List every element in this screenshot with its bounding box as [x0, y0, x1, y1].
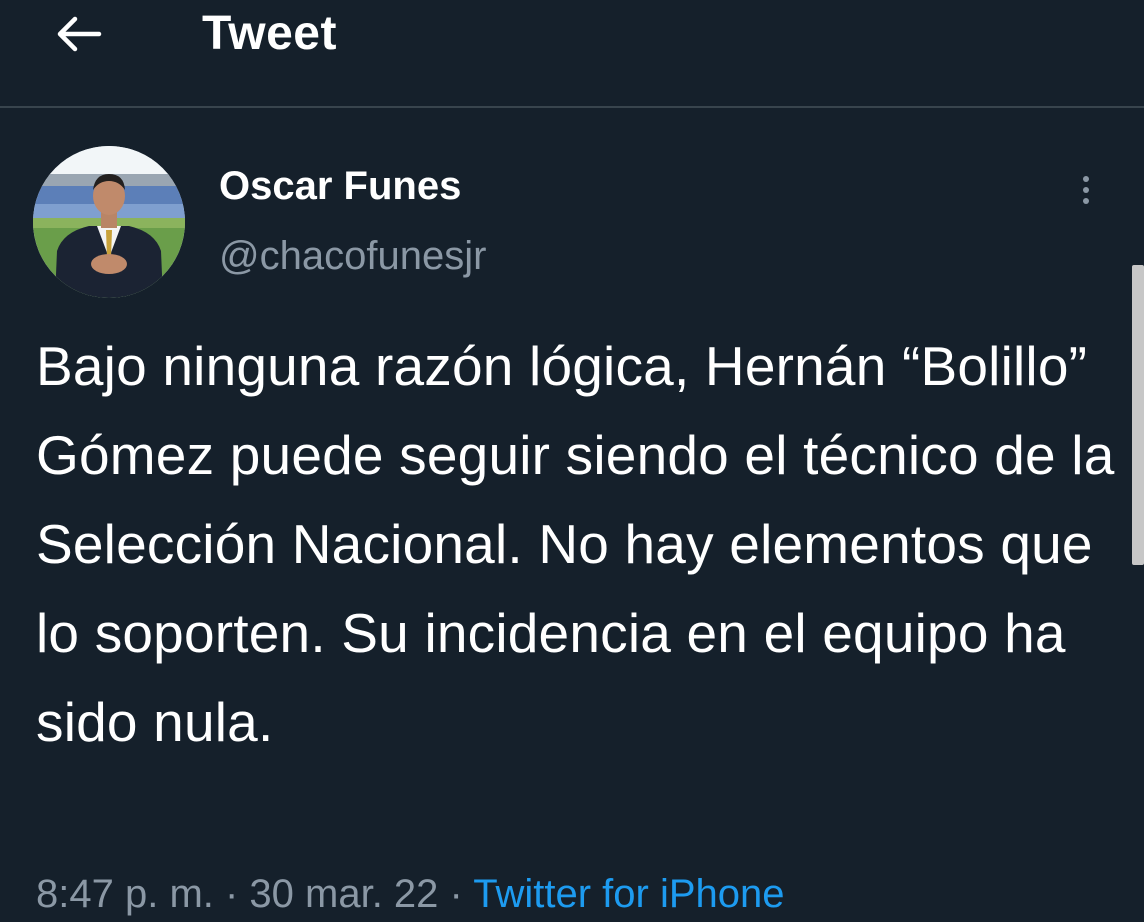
tweet-text: Bajo ninguna razón lógica, Hernán “Bolil…	[36, 335, 1115, 753]
tweet-date[interactable]: 30 mar. 22	[249, 872, 438, 916]
page-title: Tweet	[202, 7, 337, 60]
tweet-source-link[interactable]: Twitter for iPhone	[473, 872, 784, 916]
author-handle[interactable]: @chacofunesjr	[219, 232, 486, 280]
profile-photo	[33, 146, 185, 298]
tweet-time[interactable]: 8:47 p. m.	[36, 872, 214, 916]
top-bar: Tweet	[0, 0, 1144, 108]
author-name[interactable]: Oscar Funes	[219, 162, 461, 210]
arrow-left-icon	[57, 16, 102, 52]
avatar[interactable]	[33, 146, 185, 298]
more-options-button[interactable]	[1068, 168, 1104, 212]
more-vertical-icon	[1083, 176, 1089, 182]
meta-separator: ·	[438, 872, 474, 916]
tweet-meta: 8:47 p. m. · 30 mar. 22 · Twitter for iP…	[36, 866, 785, 922]
back-button[interactable]	[46, 8, 110, 60]
more-vertical-icon-dot	[1083, 198, 1089, 204]
scrollbar[interactable]	[1132, 265, 1144, 565]
meta-separator: ·	[213, 872, 250, 916]
more-vertical-icon-dot	[1083, 187, 1089, 193]
